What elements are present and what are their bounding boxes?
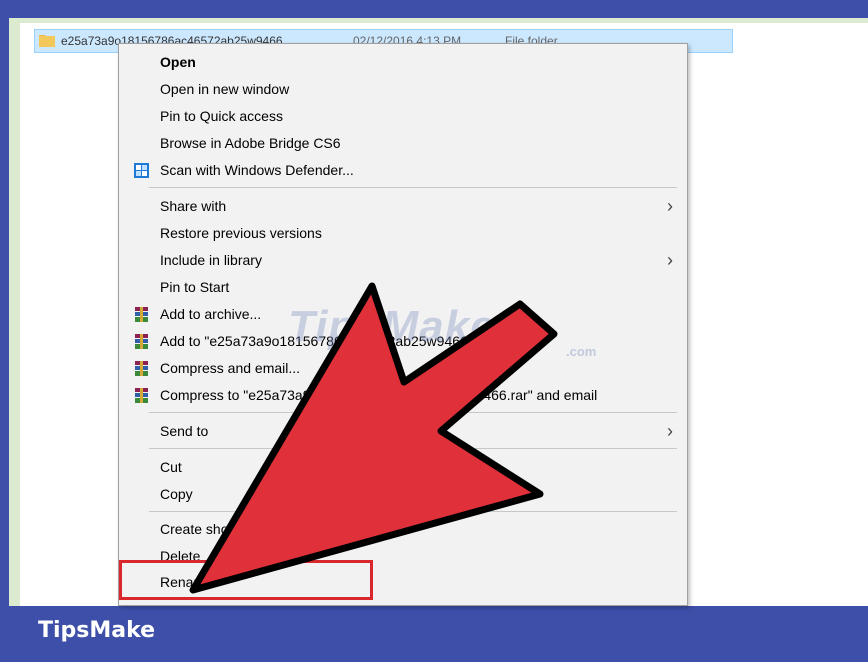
footer-brand: TipsMake xyxy=(38,618,156,643)
red-arrow-pointer xyxy=(189,282,558,594)
